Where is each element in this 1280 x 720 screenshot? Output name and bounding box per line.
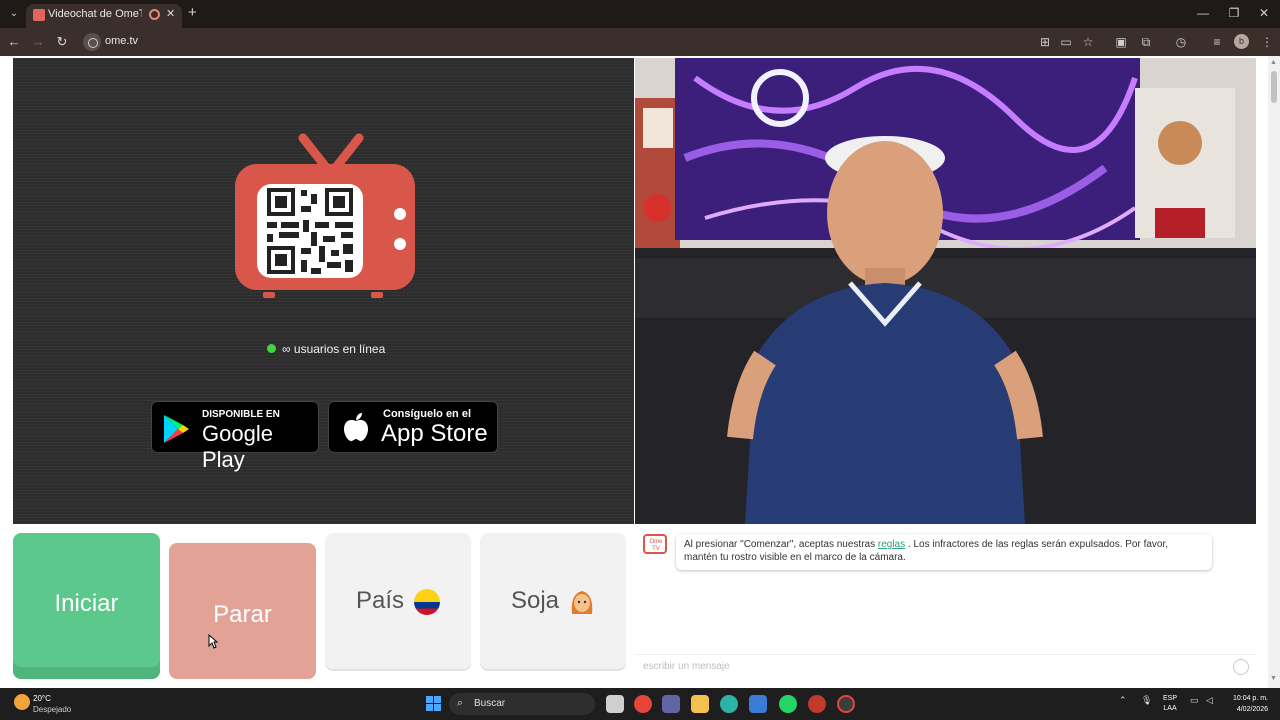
scroll-thumb[interactable] <box>1271 71 1277 103</box>
start-tile <box>426 696 433 703</box>
history-icon[interactable]: ◷ <box>1174 35 1188 49</box>
active-tab[interactable]: Videochat de OmeTV: uno ✕ <box>26 4 182 28</box>
start-button[interactable]: Iniciar <box>13 533 160 679</box>
profile-avatar[interactable]: b <box>1234 34 1249 49</box>
restore-icon[interactable]: ❐ <box>1227 6 1241 20</box>
online-status-icon <box>267 344 276 353</box>
close-tab-icon[interactable]: ✕ <box>166 7 175 20</box>
search-icon: ⌕ <box>457 697 464 709</box>
reading-list-icon[interactable]: ≡ <box>1210 35 1224 49</box>
start-tile <box>434 696 441 703</box>
start-button-label: Iniciar <box>54 590 119 617</box>
gender-button-content: Soja <box>480 587 626 616</box>
app-icon[interactable] <box>808 695 826 713</box>
scroll-up-icon[interactable]: ▲ <box>1270 59 1277 66</box>
bookmark-star-icon[interactable]: ☆ <box>1081 35 1095 49</box>
language-code: ESP <box>1163 695 1178 702</box>
network-icon[interactable]: ▭ <box>1190 695 1199 706</box>
tab-search-icon[interactable]: ⌄ <box>6 6 22 22</box>
volume-icon[interactable]: ◁ <box>1206 695 1213 706</box>
browser-menu-icon[interactable]: ⋮ <box>1260 35 1274 49</box>
chat-input-bar: escribir un mensaje <box>635 654 1256 679</box>
edge-icon[interactable] <box>720 695 738 713</box>
country-button[interactable]: País <box>325 533 471 669</box>
remote-video-panel <box>635 58 1256 524</box>
taskbar-search-text: Buscar <box>474 698 506 709</box>
chat-message-input[interactable]: escribir un mensaje <box>643 661 730 672</box>
gender-button-label: Soja <box>510 587 560 614</box>
teams-icon[interactable] <box>662 695 680 713</box>
whatsapp-icon[interactable] <box>779 695 797 713</box>
file-explorer-icon[interactable] <box>691 695 709 713</box>
scroll-down-icon[interactable]: ▼ <box>1270 675 1277 682</box>
cast-icon[interactable]: ▭ <box>1059 35 1073 49</box>
clock-time: 10:04 p. m. <box>1232 695 1268 702</box>
back-icon[interactable]: ← <box>6 34 22 49</box>
remote-video-feed <box>635 58 1256 524</box>
apple-icon <box>344 413 368 442</box>
country-button-label: País <box>355 587 405 614</box>
microphone-icon[interactable]: 🎙 <box>1141 695 1152 706</box>
task-view-icon[interactable] <box>606 695 624 713</box>
gender-button[interactable]: Soja <box>480 533 626 669</box>
google-play-button[interactable]: DISPONIBLE EN Google Play <box>151 401 319 472</box>
mouse-cursor-icon <box>208 634 218 649</box>
url-text[interactable]: ome.tv <box>105 35 138 47</box>
reload-icon[interactable]: ↻ <box>54 34 70 50</box>
country-button-content: País <box>325 587 471 615</box>
emoji-picker-icon[interactable] <box>1233 659 1249 675</box>
online-users-text: ∞ usuarios en línea <box>282 342 386 356</box>
start-tile <box>426 704 433 711</box>
woman-emoji-icon <box>571 590 593 614</box>
chat-panel: Ome TV Al presionar "Comenzar", aceptas … <box>635 526 1256 679</box>
system-message: Al presionar "Comenzar", aceptas nuestra… <box>676 534 1212 570</box>
site-info-icon[interactable] <box>83 33 101 51</box>
system-clock[interactable]: 10:04 p. m. 4/02/2026 <box>1226 693 1268 715</box>
weather-temperature[interactable]: 20°C <box>33 694 51 703</box>
clock-date: 4/02/2026 <box>1236 706 1268 713</box>
chrome-active-icon[interactable] <box>837 695 855 713</box>
language-layout: LAA <box>1163 705 1177 712</box>
extension-icon[interactable]: ▣ <box>1114 35 1128 49</box>
store-icon[interactable] <box>749 695 767 713</box>
tv-qr-logo <box>235 133 415 298</box>
google-play-big-text: Google Play <box>202 421 273 472</box>
taskbar-search[interactable]: ⌕ Buscar <box>449 693 595 715</box>
chrome-icon[interactable] <box>634 695 652 713</box>
rules-link[interactable]: reglas <box>878 539 905 550</box>
local-video-panel: ∞ usuarios en línea DISPONIBLE EN Google… <box>13 58 634 524</box>
page-scrollbar[interactable]: ▲ ▼ <box>1268 56 1280 688</box>
recording-indicator-icon <box>149 9 160 20</box>
address-bar[interactable]: ome.tv <box>80 31 1030 53</box>
windows-start-icon[interactable] <box>426 696 441 711</box>
weather-condition[interactable]: Despejado <box>33 705 71 714</box>
translate-icon[interactable]: ⊞ <box>1038 35 1052 49</box>
app-store-button[interactable]: Consíguelo en el App Store <box>328 401 498 453</box>
google-play-icon <box>164 415 189 443</box>
tab-bar: ⌄ Videochat de OmeTV: uno ✕ + — ❐ ✕ <box>0 0 1280 28</box>
google-play-small-text: DISPONIBLE EN <box>202 409 280 420</box>
system-message-text-start: Al presionar "Comenzar", aceptas nuestra… <box>684 539 876 550</box>
app-store-big-text: App Store <box>381 420 488 447</box>
colombia-flag-icon <box>414 588 441 615</box>
extensions-puzzle-icon[interactable]: ⧉ <box>1139 35 1153 49</box>
language-indicator[interactable]: ESP LAA <box>1163 694 1177 714</box>
ometv-chat-logo-icon: Ome TV <box>643 534 667 554</box>
start-tile <box>434 704 441 711</box>
chat-logo-text: Ome TV <box>649 539 663 552</box>
forward-icon[interactable]: → <box>30 34 46 49</box>
ometv-favicon-icon <box>33 9 45 21</box>
close-window-icon[interactable]: ✕ <box>1257 6 1271 20</box>
minimize-icon[interactable]: — <box>1196 6 1210 20</box>
browser-toolbar: ← → ↻ ome.tv ⊞ ▭ ☆ ▣ ⧉ ◷ ≡ b ⋮ <box>0 28 1280 56</box>
stop-button[interactable]: Parar <box>169 543 316 679</box>
new-tab-button[interactable]: + <box>188 5 197 21</box>
windows-taskbar: 20°C Despejado ⌕ Buscar ⌃ 🎙 ESP LAA ▭ ◁ … <box>0 688 1280 720</box>
stop-button-label: Parar <box>213 601 272 628</box>
tray-overflow-icon[interactable]: ⌃ <box>1119 695 1127 706</box>
ometv-page: ∞ usuarios en línea DISPONIBLE EN Google… <box>0 56 1280 688</box>
app-store-small-text: Consíguelo en el <box>383 408 472 420</box>
tab-title: Videochat de OmeTV: uno <box>48 8 142 20</box>
weather-icon[interactable] <box>14 694 30 710</box>
